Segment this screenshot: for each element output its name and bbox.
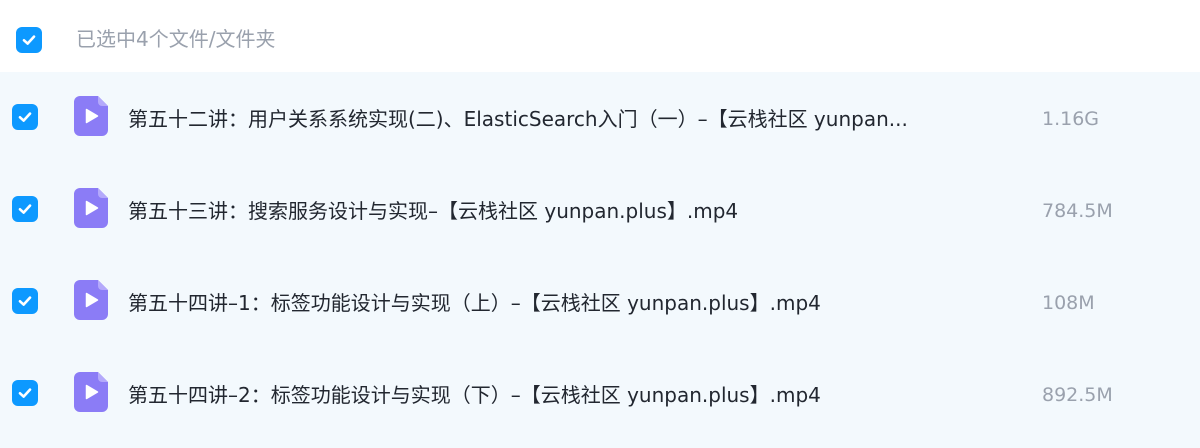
- file-size: 1.16G: [1042, 108, 1100, 130]
- video-file-icon: [74, 280, 108, 320]
- file-name: 第五十四讲–1：标签功能设计与实现（上）–【云栈社区 yunpan.plus】.…: [128, 291, 821, 315]
- file-checkbox[interactable]: [12, 380, 38, 406]
- file-selection-panel: 已选中4个文件/文件夹 第五十二讲：用户关系系统实现(二)、ElasticSea…: [0, 0, 1200, 448]
- video-file-icon: [74, 372, 108, 412]
- file-name: 第五十二讲：用户关系系统实现(二)、ElasticSearch入门（一）–【云栈…: [128, 107, 908, 131]
- file-checkbox[interactable]: [12, 288, 38, 314]
- checkmark-icon: [18, 112, 32, 122]
- select-all-checkbox[interactable]: [16, 27, 42, 53]
- file-name: 第五十四讲–2：标签功能设计与实现（下）–【云栈社区 yunpan.plus】.…: [128, 383, 821, 407]
- file-size: 784.5M: [1042, 200, 1113, 222]
- selection-header: 已选中4个文件/文件夹: [0, 0, 1200, 78]
- video-file-icon: [74, 188, 108, 228]
- file-row[interactable]: 第五十四讲–1：标签功能设计与实现（上）–【云栈社区 yunpan.plus】.…: [0, 256, 1200, 348]
- file-name: 第五十三讲：搜索服务设计与实现–【云栈社区 yunpan.plus】.mp4: [128, 199, 739, 223]
- selection-count-label: 已选中4个文件/文件夹: [76, 27, 276, 51]
- file-row[interactable]: 第五十四讲–2：标签功能设计与实现（下）–【云栈社区 yunpan.plus】.…: [0, 348, 1200, 440]
- checkmark-icon: [18, 388, 32, 398]
- file-row[interactable]: 第五十二讲：用户关系系统实现(二)、ElasticSearch入门（一）–【云栈…: [0, 72, 1200, 164]
- checkmark-icon: [18, 204, 32, 214]
- video-file-icon: [74, 96, 108, 136]
- file-size: 892.5M: [1042, 384, 1113, 406]
- file-checkbox[interactable]: [12, 104, 38, 130]
- file-size: 108M: [1042, 292, 1095, 314]
- file-checkbox[interactable]: [12, 196, 38, 222]
- file-row[interactable]: 第五十三讲：搜索服务设计与实现–【云栈社区 yunpan.plus】.mp4 7…: [0, 164, 1200, 256]
- file-list: 第五十二讲：用户关系系统实现(二)、ElasticSearch入门（一）–【云栈…: [0, 72, 1200, 448]
- checkmark-icon: [18, 296, 32, 306]
- checkmark-icon: [22, 35, 36, 45]
